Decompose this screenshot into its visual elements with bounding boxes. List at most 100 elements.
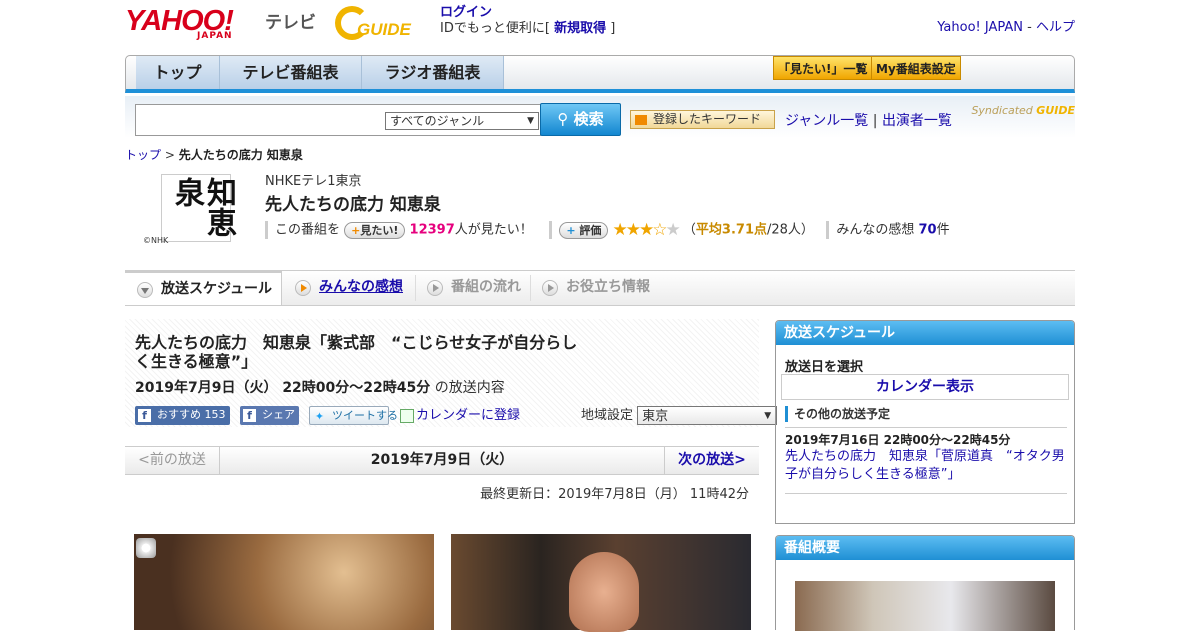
dropdown-icon — [635, 115, 647, 125]
fb-recommend-button[interactable]: f おすすめ 153 — [135, 406, 230, 425]
impressions-count[interactable]: 70 — [919, 223, 937, 238]
nhk-mark: ©NHK — [143, 236, 169, 245]
subtab-schedule[interactable]: 放送スケジュール — [125, 271, 282, 305]
login-link[interactable]: ログイン — [440, 5, 492, 20]
want-suffix: 人が見たい！ — [454, 222, 533, 238]
header-separator: - — [1027, 20, 1032, 35]
schedule-sidebar-title: 放送スケジュール — [776, 321, 1074, 345]
play-icon — [542, 280, 558, 296]
program-subtabs: 放送スケジュール みんなの感想 番組の流れ お役立ち情報 — [125, 270, 1075, 306]
want-prefix: この番組を — [275, 222, 341, 238]
breadcrumb-top[interactable]: トップ — [125, 148, 161, 162]
tweet-button[interactable]: ✦ ツイートする — [309, 406, 398, 425]
thumbnail-kanji: 知恵泉 — [169, 177, 236, 237]
watchlist-button[interactable]: 「見たい!」一覧 — [773, 56, 873, 80]
next-broadcast-link[interactable]: 次の放送> — [664, 447, 759, 474]
plus-icon: + — [566, 223, 576, 237]
subtab-impressions[interactable]: みんなの感想 — [283, 271, 413, 305]
episode-image-1 — [134, 534, 434, 630]
episode-title: 先人たちの底力 知恵泉「紫式部 “こじらせ女子が自分らしく生きる極意”」 — [135, 333, 578, 371]
overview-sidebar: 番組概要 — [775, 535, 1075, 631]
want-button[interactable]: +見たい! — [344, 221, 406, 239]
overview-sidebar-title: 番組概要 — [776, 536, 1074, 560]
search-button[interactable]: ⚲ 検索 — [540, 103, 621, 136]
subtab-info[interactable]: お役立ち情報 — [530, 271, 660, 305]
gguide-text: GUIDE — [357, 20, 411, 39]
header-links: Yahoo! JAPAN - ヘルプ — [937, 16, 1075, 35]
broadcast-nav: <前の放送 2019年7月9日（火） 次の放送> — [125, 446, 759, 475]
play-icon — [427, 280, 443, 296]
episode-main: 先人たちの底力 知恵泉「紫式部 “こじらせ女子が自分らしく生きる極意”」 201… — [125, 319, 778, 632]
episode-header: 先人たちの底力 知恵泉「紫式部 “こじらせ女子が自分らしく生きる極意”」 201… — [125, 319, 778, 427]
impressions-label: みんなの感想 — [836, 222, 915, 238]
region-select[interactable]: 東京 — [637, 406, 778, 426]
help-link[interactable]: ヘルプ — [1036, 20, 1075, 35]
keyword-button[interactable]: 登録したキーワード — [630, 110, 775, 129]
signup-end: ] — [610, 21, 616, 36]
other-broadcast-link[interactable]: 先人たちの底力 知恵泉「菅原道真 “オタク男子が自分らしく生きる極意”」 — [785, 448, 1069, 484]
plus-icon: + — [351, 223, 361, 237]
calendar-link[interactable]: カレンダー表示 — [876, 379, 974, 395]
genre-select[interactable]: すべてのジャンル — [385, 112, 539, 130]
signup-link[interactable]: 新規取得 — [554, 21, 606, 36]
program-header: 知恵泉 ©NHK NHKEテレ1東京 先人たちの底力 知恵泉 この番組を +見た… — [125, 170, 1075, 260]
select-date-label: 放送日を選択 — [785, 360, 864, 375]
search-icon: ⚲ — [557, 110, 569, 128]
search-bar: すべてのジャンル ⚲ 検索 登録したキーワード ジャンル一覧 | 出演者一覧 S… — [125, 96, 1075, 138]
header: YAHOO! JAPAN テレビ GUIDE ログイン IDでもっと便利に[ 新… — [125, 4, 1075, 48]
last-updated: 最終更新日：2019年7月8日（月） 11時42分 — [480, 487, 749, 502]
episode-image-2 — [451, 534, 751, 632]
episode-datetime: 2019年7月9日（火） 22時00分～22時45分 の放送内容 — [135, 380, 505, 396]
breadcrumb: トップ > 先人たちの底力 知恵泉 — [125, 146, 1075, 163]
calendar-link-box: カレンダー表示 — [781, 374, 1069, 400]
program-stats: この番組を +見たい! 12397人が見たい！ + 評価 ★★★☆★ （平均3.… — [265, 220, 950, 240]
play-icon — [295, 280, 311, 296]
schedule-sidebar: 放送スケジュール 放送日を選択 カレンダー表示 その他の放送予定 2019年7月… — [775, 320, 1075, 524]
breadcrumb-sep: > — [164, 148, 175, 162]
rating-count: /28人） — [767, 222, 814, 238]
keyword-label: 登録したキーワード — [653, 112, 762, 126]
subtab-flow[interactable]: 番組の流れ — [415, 271, 530, 305]
other-broadcasts-label: その他の放送予定 — [785, 406, 890, 422]
rating-average: 平均3.71点 — [695, 222, 767, 238]
facebook-icon: f — [243, 409, 256, 422]
my-schedule-button[interactable]: My番組表設定 — [871, 56, 961, 80]
program-thumbnail: 知恵泉 — [161, 174, 236, 242]
prev-broadcast: <前の放送 — [125, 447, 220, 474]
yahoo-japan-link[interactable]: Yahoo! JAPAN — [937, 20, 1023, 35]
syndicated-label: Syndicated GUIDE — [971, 104, 1075, 117]
twitter-icon: ✦ — [314, 410, 325, 423]
chevron-down-icon — [137, 282, 153, 298]
calendar-register-link[interactable]: カレンダーに登録 — [416, 408, 520, 423]
search-button-label: 検索 — [573, 110, 604, 128]
rating-button[interactable]: + 評価 — [559, 221, 609, 239]
tv-label: テレビ — [265, 13, 316, 33]
current-broadcast-date: 2019年7月9日（火） — [370, 452, 514, 468]
region-label: 地域設定 — [581, 408, 634, 423]
impressions-unit: 件 — [936, 222, 950, 238]
search-input[interactable]: すべてのジャンル — [135, 104, 541, 136]
tab-top[interactable]: トップ — [136, 56, 220, 89]
program-title: 先人たちの底力 知恵泉 — [265, 195, 441, 215]
other-broadcast-datetime: 2019年7月16日 22時00分～22時45分 — [785, 433, 1011, 447]
genre-list-link[interactable]: ジャンル一覧 — [785, 113, 868, 129]
want-count: 12397 — [409, 222, 455, 238]
facebook-icon: f — [138, 409, 151, 422]
breadcrumb-current: 先人たちの底力 知恵泉 — [178, 148, 303, 162]
link-divider: | — [872, 113, 878, 129]
station-name: NHKEテレ1東京 — [265, 174, 362, 189]
fb-share-button[interactable]: f シェア — [240, 406, 299, 425]
performer-list-link[interactable]: 出演者一覧 — [882, 113, 952, 129]
tab-radio-schedule[interactable]: ラジオ番組表 — [362, 56, 504, 89]
yahoo-logo-sub: JAPAN — [197, 31, 233, 41]
host-figure — [569, 552, 639, 632]
region-setting: 地域設定 東京 — [581, 406, 778, 426]
crest-icon — [136, 538, 156, 558]
gguide-logo[interactable]: GUIDE — [335, 6, 431, 42]
main-nav: トップ テレビ番組表 ラジオ番組表 「見たい!」一覧 My番組表設定 — [125, 55, 1075, 93]
calendar-register: カレンダーに登録 — [400, 406, 520, 425]
calendar-icon — [400, 408, 414, 423]
overview-image — [795, 581, 1055, 631]
tab-tv-schedule[interactable]: テレビ番組表 — [220, 56, 362, 89]
rating-open: （ — [682, 222, 696, 238]
